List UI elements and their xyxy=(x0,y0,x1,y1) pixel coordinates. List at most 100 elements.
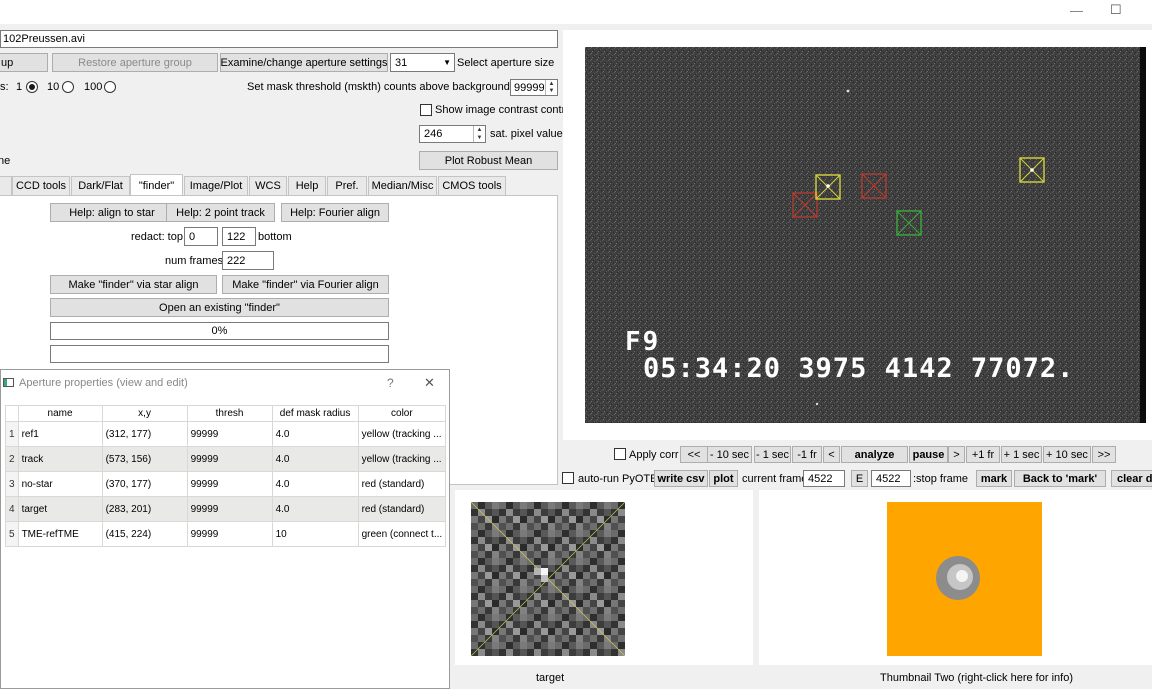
make-finder-fourier-button[interactable]: Make "finder" via Fourier align xyxy=(222,275,389,294)
row-index[interactable]: 1 xyxy=(5,421,19,447)
window-maximize[interactable]: ☐ xyxy=(1110,2,1122,18)
mark-button[interactable]: mark xyxy=(976,470,1012,487)
plot-button[interactable]: plot xyxy=(709,470,738,487)
radio-100[interactable] xyxy=(104,81,116,93)
row-index[interactable]: 2 xyxy=(5,446,19,472)
cell-xy[interactable]: (312, 177) xyxy=(101,421,188,447)
column-header[interactable]: color xyxy=(357,405,447,422)
auto-run-pyote-checkbox[interactable] xyxy=(562,472,574,484)
cell-name[interactable]: TME-refTME xyxy=(17,521,103,547)
tab-dark-flat[interactable]: Dark/Flat xyxy=(71,176,130,195)
help-fourier-button[interactable]: Help: Fourier align xyxy=(281,203,389,222)
current-frame-field[interactable]: 4522 xyxy=(803,470,845,487)
clear-data-button[interactable]: clear da xyxy=(1111,470,1152,487)
cell-thresh[interactable]: 99999 xyxy=(186,446,273,472)
cell-color[interactable]: yellow (tracking ... xyxy=(357,446,447,472)
write-csv-button[interactable]: write csv xyxy=(654,470,708,487)
cell-radius[interactable]: 10 xyxy=(271,521,359,547)
contrast-checkbox[interactable] xyxy=(420,104,432,116)
cell-color[interactable]: red (standard) xyxy=(357,471,447,497)
table-row[interactable]: 4 target (283, 201) 99999 4.0 red (stand… xyxy=(5,496,447,522)
tab-help[interactable]: Help xyxy=(288,176,326,195)
cell-color[interactable]: green (connect t... xyxy=(357,521,447,547)
back-to-mark-button[interactable]: Back to 'mark' xyxy=(1014,470,1106,487)
redact-top-field[interactable]: 0 xyxy=(184,227,218,246)
cell-name[interactable]: target xyxy=(17,496,103,522)
spin-arrows-icon[interactable]: ▲ ▼ xyxy=(473,126,485,142)
cell-radius[interactable]: 4.0 xyxy=(271,496,359,522)
cell-thresh[interactable]: 99999 xyxy=(186,496,273,522)
table-row[interactable]: 3 no-star (370, 177) 99999 4.0 red (stan… xyxy=(5,471,447,497)
row-index[interactable]: 3 xyxy=(5,471,19,497)
column-header[interactable]: name xyxy=(17,405,103,422)
plus-10-sec-button[interactable]: + 10 sec xyxy=(1043,446,1091,463)
plus-1-sec-button[interactable]: + 1 sec xyxy=(1001,446,1042,463)
cell-radius[interactable]: 4.0 xyxy=(271,446,359,472)
up-button[interactable]: up xyxy=(0,53,48,72)
e-button[interactable]: E xyxy=(851,470,868,487)
tab-cmos-tools[interactable]: CMOS tools xyxy=(438,176,506,195)
cell-thresh[interactable]: 99999 xyxy=(186,521,273,547)
analyze-button[interactable]: analyze xyxy=(841,446,908,463)
cell-xy[interactable]: (573, 156) xyxy=(101,446,188,472)
step-forward-button[interactable]: > xyxy=(948,446,965,463)
make-finder-star-align-button[interactable]: Make "finder" via star align xyxy=(50,275,217,294)
tab-wcs[interactable]: WCS xyxy=(249,176,287,195)
tab-median-misc[interactable]: Median/Misc xyxy=(368,176,437,195)
plot-robust-mean-button[interactable]: Plot Robust Mean xyxy=(419,151,558,170)
radio-10[interactable] xyxy=(62,81,74,93)
apply-corr-checkbox[interactable] xyxy=(614,448,626,460)
cell-xy[interactable]: (415, 224) xyxy=(101,521,188,547)
column-header[interactable]: thresh xyxy=(186,405,273,422)
cell-xy[interactable]: (283, 201) xyxy=(101,496,188,522)
pause-button[interactable]: pause xyxy=(909,446,948,463)
step-back-button[interactable]: < xyxy=(823,446,840,463)
cell-radius[interactable]: 4.0 xyxy=(271,421,359,447)
cell-thresh[interactable]: 99999 xyxy=(186,471,273,497)
spin-arrows-icon[interactable]: ▲ ▼ xyxy=(545,80,557,95)
cell-name[interactable]: track xyxy=(17,446,103,472)
minus-10-sec-button[interactable]: - 10 sec xyxy=(707,446,752,463)
mask-threshold-spinbox[interactable]: 99999 ▲ ▼ xyxy=(510,79,558,96)
cell-color[interactable]: red (standard) xyxy=(357,496,447,522)
cell-radius[interactable]: 4.0 xyxy=(271,471,359,497)
table-row[interactable]: 1 ref1 (312, 177) 99999 4.0 yellow (trac… xyxy=(5,421,447,447)
radio-1[interactable] xyxy=(26,81,38,93)
help-two-point-button[interactable]: Help: 2 point track xyxy=(166,203,275,222)
cell-xy[interactable]: (370, 177) xyxy=(101,471,188,497)
aperture-size-select[interactable]: 31 ▼ xyxy=(390,53,455,72)
file-name-field[interactable]: 102Preussen.avi xyxy=(0,30,558,48)
table-row[interactable]: 2 track (573, 156) 99999 4.0 yellow (tra… xyxy=(5,446,447,472)
examine-aperture-settings-button[interactable]: Examine/change aperture settings xyxy=(220,53,388,72)
stop-frame-field[interactable]: 4522 xyxy=(871,470,911,487)
open-existing-finder-button[interactable]: Open an existing "finder" xyxy=(50,298,389,317)
redact-bottom-field[interactable]: 122 xyxy=(222,227,256,246)
close-icon[interactable]: ✕ xyxy=(424,375,435,391)
rewind-all-button[interactable]: << xyxy=(680,446,708,463)
tab-finder[interactable]: "finder" xyxy=(130,174,183,196)
column-header[interactable]: def mask radius xyxy=(271,405,359,422)
video-frame[interactable]: F9 05:34:20 3975 4142 77072. xyxy=(585,47,1146,423)
tab-image-plot[interactable]: Image/Plot xyxy=(184,176,248,195)
row-index[interactable]: 4 xyxy=(5,496,19,522)
tab-ccd-tools[interactable]: CCD tools xyxy=(12,176,70,195)
cell-name[interactable]: ref1 xyxy=(17,421,103,447)
finder-progress-bar: 0% xyxy=(50,322,389,340)
restore-aperture-group-button[interactable]: Restore aperture group xyxy=(52,53,218,72)
cell-thresh[interactable]: 99999 xyxy=(186,421,273,447)
forward-all-button[interactable]: >> xyxy=(1092,446,1116,463)
sat-pixel-spinbox[interactable]: 246 ▲ ▼ xyxy=(419,125,486,143)
num-frames-field[interactable]: 222 xyxy=(222,251,274,270)
plus-1-frame-button[interactable]: +1 fr xyxy=(966,446,1000,463)
minus-1-frame-button[interactable]: -1 fr xyxy=(792,446,822,463)
cell-color[interactable]: yellow (tracking ... xyxy=(357,421,447,447)
column-header[interactable]: x,y xyxy=(101,405,188,422)
help-align-button[interactable]: Help: align to star xyxy=(50,203,174,222)
table-row[interactable]: 5 TME-refTME (415, 224) 99999 10 green (… xyxy=(5,521,447,547)
minus-1-sec-button[interactable]: - 1 sec xyxy=(754,446,791,463)
row-index[interactable]: 5 xyxy=(5,521,19,547)
help-icon[interactable]: ? xyxy=(387,376,394,390)
tab-pref[interactable]: Pref. xyxy=(327,176,367,195)
window-minimize[interactable]: — xyxy=(1070,3,1083,18)
cell-name[interactable]: no-star xyxy=(17,471,103,497)
